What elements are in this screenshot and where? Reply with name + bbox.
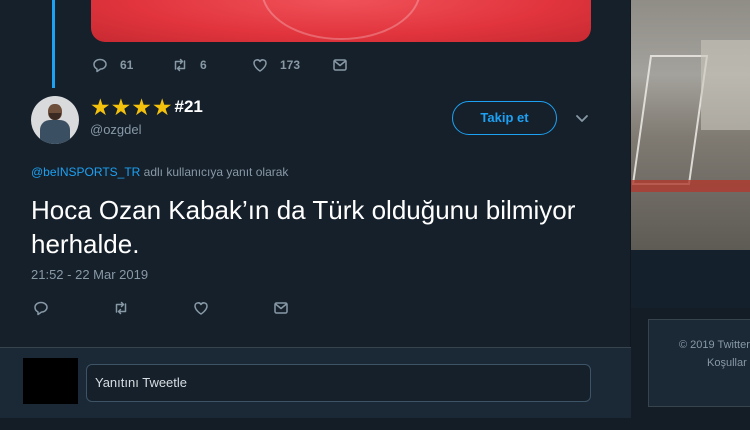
reply-avatar [23,358,78,404]
reply-count: 61 [120,58,134,72]
avatar-body [40,120,70,144]
tweet-timestamp[interactable]: 21:52 - 22 Mar 2019 [31,267,148,282]
chevron-down-icon[interactable] [574,112,590,126]
retweet-icon [174,58,186,72]
photo-detail [631,55,709,185]
heart-icon [253,59,267,72]
retweet-count: 6 [200,58,207,72]
like-action[interactable] [193,300,209,316]
prev-like-action[interactable]: 173 [252,57,300,73]
tweet-thread-column: 61 6 173 ★★★★ #21 @ozgdel Takip et @beIN… [0,0,631,418]
background-photo [631,0,750,250]
display-name-number: #21 [174,97,203,116]
dm-icon [274,302,288,314]
reply-icon [34,301,48,316]
dm-action[interactable] [273,300,289,316]
follow-button[interactable]: Takip et [452,101,557,135]
heart-icon [194,302,208,315]
footer-terms-link[interactable]: Koşullar [707,357,747,369]
reply-action[interactable] [33,300,49,316]
thread-line [52,0,55,88]
reply-input[interactable]: Yanıtını Tweetle [86,364,591,402]
replying-to-line: @beINSPORTS_TR adlı kullanıcıya yanıt ol… [31,165,288,179]
retweet-action[interactable] [113,300,129,316]
tweet-text: Hoca Ozan Kabak’ın da Türk olduğunu bilm… [31,195,576,259]
replying-to-text: adlı kullanıcıya yanıt olarak [140,165,289,179]
media-detail [261,0,421,40]
reply-icon [93,58,107,73]
star-badge: ★★★★ [90,94,173,120]
photo-detail [701,40,750,130]
photo-detail [631,180,750,192]
sidebar-band [631,250,750,308]
retweet-icon [115,301,127,315]
user-handle[interactable]: @ozgdel [90,122,142,137]
previous-tweet-media[interactable] [91,0,591,42]
footer-copyright[interactable]: © 2019 Twitter [679,339,750,351]
prev-reply-action[interactable]: 61 [92,57,133,73]
footer-card: © 2019 Twitter Koşullar [648,319,750,407]
dm-icon [333,59,347,71]
like-count: 173 [280,58,301,72]
prev-dm-action[interactable] [332,57,348,73]
avatar-beard [49,113,61,120]
avatar[interactable] [31,96,79,144]
prev-retweet-action[interactable]: 6 [172,57,207,73]
mention-link[interactable]: @beINSPORTS_TR [31,165,140,179]
screen: © 2019 Twitter Koşullar 61 6 173 ★★★★ #2… [0,0,750,430]
display-name[interactable]: ★★★★ #21 [90,94,203,120]
